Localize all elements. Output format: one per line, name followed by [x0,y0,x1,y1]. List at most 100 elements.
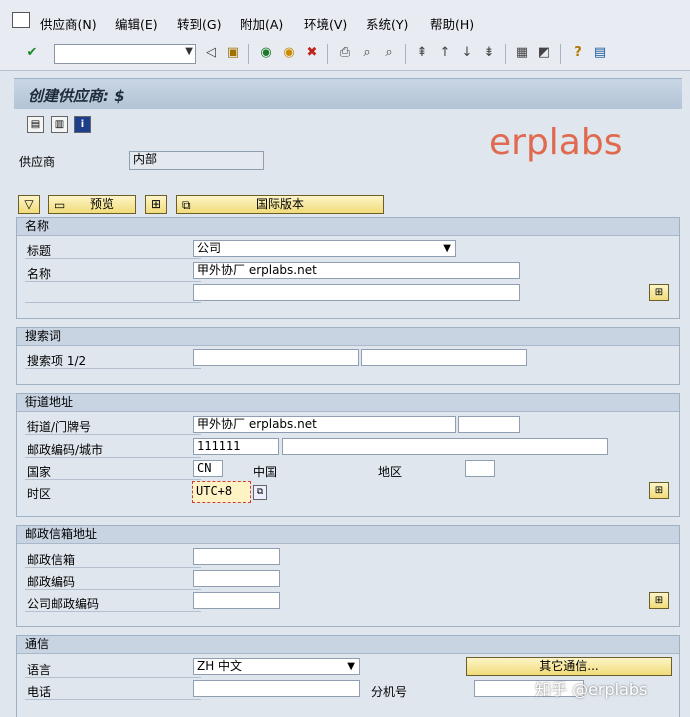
menu-environment[interactable]: 环境(V) [304,14,347,33]
create-session-icon[interactable]: ▦ [514,45,530,61]
save-icon[interactable]: ▣ [225,45,241,61]
title-dropdown[interactable]: 公司 ▼ [193,240,456,257]
name-group-header: 名称 [17,218,679,236]
region-field[interactable] [465,460,495,477]
title-bar: 创建供应商: $ [14,78,682,109]
help-icon[interactable]: ? [570,45,586,61]
row-divider [25,479,201,480]
search-group: 搜索词 搜索项 1/2 [16,327,680,385]
extension-label: 分机号 [371,685,408,699]
pobox-label: 邮政信箱 [27,553,76,567]
toolbar-separator [405,44,406,64]
phone-field[interactable] [193,680,360,697]
next-page-icon[interactable]: ↓ [459,45,475,61]
chevron-down-icon[interactable]: ▼ [443,241,451,256]
details-icon[interactable]: ▤ [27,116,44,133]
find-icon[interactable]: ⌕ [359,45,375,61]
menu-edit[interactable]: 编辑(E) [115,14,158,33]
name2-field[interactable] [193,284,520,301]
menu-system[interactable]: 系统(Y) [366,14,408,33]
back-icon[interactable]: ◁ [203,45,219,61]
title-value: 公司 [197,241,222,255]
row-divider [25,699,201,700]
chevron-down-icon[interactable]: ▼ [185,46,193,57]
app-menu-icon[interactable] [12,12,30,28]
search-term2-field[interactable] [361,349,527,366]
title-label: 标题 [27,244,52,258]
details2-icon[interactable]: ▥ [51,116,68,133]
language-value: ZH 中文 [197,659,243,673]
postal-code-field[interactable]: 111111 [193,438,279,455]
name-field[interactable]: 甲外协厂 erplabs.net [193,262,520,279]
name-label: 名称 [27,267,52,281]
more-fields-icon[interactable]: ⊞ [649,284,669,301]
expand-all-button[interactable]: ▽ [18,195,40,214]
timezone-field[interactable]: UTC+8 [192,481,251,503]
vendor-label: 供应商 [19,155,56,169]
preview-button[interactable]: ▭ 预览 [48,195,136,214]
chevron-down-icon[interactable]: ▼ [347,659,355,674]
street-group-header: 街道地址 [17,394,679,412]
search-terms-label: 搜索项 1/2 [27,354,87,368]
first-page-icon[interactable]: ⇞ [414,45,430,61]
house-no-field[interactable] [458,416,520,433]
row-divider [25,258,201,259]
menu-vendor[interactable]: 供应商(N) [40,14,97,33]
company-postal-field[interactable] [193,592,280,609]
name-group: 名称 标题 公司 ▼ 名称 甲外协厂 erplabs.net ⊞ [16,217,680,319]
language-dropdown[interactable]: ZH 中文 ▼ [193,658,360,675]
timezone-label: 时区 [27,487,52,501]
row-divider [25,457,201,458]
hierarchy-icon: ⊞ [150,197,162,211]
page-title: 创建供应商: $ [28,87,125,105]
row-divider [25,434,201,435]
find-next-icon[interactable]: ⌕ [381,45,397,61]
search-term1-field[interactable] [193,349,359,366]
country-label: 国家 [27,465,52,479]
toolbar-separator [560,44,561,64]
info-icon[interactable]: i [74,116,91,133]
layout-icon[interactable]: ▤ [592,45,608,61]
shortcut-icon[interactable]: ◩ [536,45,552,61]
toolbar-separator [505,44,506,64]
menu-bar: 供应商(N) 编辑(E) 转到(G) 附加(A) 环境(V) 系统(Y) 帮助(… [0,0,690,41]
pobox-field[interactable] [193,548,280,565]
company-postal-label: 公司邮政编码 [27,597,100,611]
street-group: 街道地址 街道/门牌号 甲外协厂 erplabs.net 邮政编码/城市 111… [16,393,680,517]
city-field[interactable] [282,438,608,455]
versions-icon: ⧉ [182,198,191,212]
value-help-icon[interactable]: ⧉ [253,485,267,500]
country-field[interactable]: CN [193,460,223,477]
exit-icon[interactable]: ◉ [281,45,297,61]
pobox-postal-label: 邮政编码 [27,575,76,589]
intl-version-button[interactable]: ⧉ 国际版本 [176,195,384,214]
row-divider [25,368,201,369]
row-divider [25,567,201,568]
comm-group-header: 通信 [17,636,679,654]
back-green-icon[interactable]: ◉ [258,45,274,61]
preview-label: 预览 [89,197,114,211]
other-comm-button[interactable]: 其它通信... [466,657,672,676]
street-field[interactable]: 甲外协厂 erplabs.net [193,416,456,433]
row-divider [25,611,201,612]
enter-check-icon[interactable]: ✔ [24,45,40,61]
more-fields-icon[interactable]: ⊞ [649,482,669,499]
command-field[interactable]: ▼ [54,44,196,64]
triangle-down-icon: ▽ [24,197,34,211]
standard-toolbar: ✔ ▼ ◁ ▣ ◉ ◉ ✖ ⎙ ⌕ ⌕ ⇞ ↑ ↓ ⇟ ▦ ◩ ? ▤ [0,40,690,71]
pobox-postal-field[interactable] [193,570,280,587]
pobox-group: 邮政信箱地址 邮政信箱 邮政编码 公司邮政编码 ⊞ [16,525,680,627]
more-fields-icon[interactable]: ⊞ [649,592,669,609]
menu-goto[interactable]: 转到(G) [177,14,221,33]
print-icon[interactable]: ⎙ [337,45,353,61]
cancel-icon[interactable]: ✖ [304,45,320,61]
prev-page-icon[interactable]: ↑ [437,45,453,61]
menu-extras[interactable]: 附加(A) [240,14,283,33]
toolbar-separator [248,44,249,64]
last-page-icon[interactable]: ⇟ [481,45,497,61]
hierarchy-button[interactable]: ⊞ [145,195,167,214]
row-divider [25,589,201,590]
menu-help[interactable]: 帮助(H) [430,14,474,33]
intl-version-label: 国际版本 [255,197,304,211]
street-label: 街道/门牌号 [27,420,92,434]
